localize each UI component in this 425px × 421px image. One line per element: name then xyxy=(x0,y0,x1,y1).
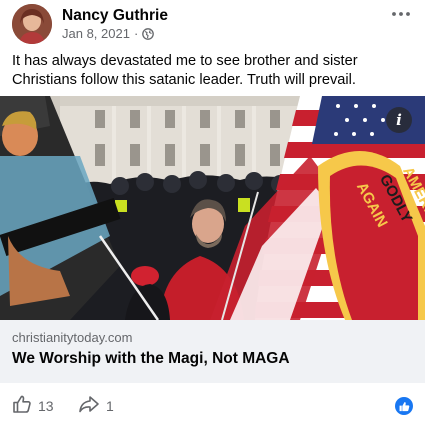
author-name[interactable]: Nancy Guthrie xyxy=(62,7,168,25)
share-count: 1 xyxy=(106,397,114,414)
like-reaction-icon[interactable] xyxy=(395,397,413,415)
share-arrow-icon xyxy=(78,394,100,417)
post-date[interactable]: Jan 8, 2021 xyxy=(62,26,130,41)
post-text: It has always devastated me to see broth… xyxy=(12,53,358,88)
globe-icon[interactable] xyxy=(142,27,155,40)
like-count: 13 xyxy=(38,397,54,414)
thumbs-up-icon xyxy=(12,394,32,417)
post-header: Nancy Guthrie Jan 8, 2021 · xyxy=(0,0,425,50)
author-avatar[interactable] xyxy=(12,4,52,44)
link-preview-card[interactable]: MA AMERI GODLY AGAIN i christianitytoday… xyxy=(0,96,425,383)
link-title[interactable]: We Worship with the Magi, Not MAGA xyxy=(12,350,290,368)
share-button[interactable]: 1 xyxy=(78,394,114,417)
post-meta: Jan 8, 2021 · xyxy=(62,26,155,41)
meta-separator: · xyxy=(133,26,139,41)
link-domain: christianitytoday.com xyxy=(12,330,133,345)
link-meta[interactable]: christianitytoday.com We Worship with th… xyxy=(0,320,425,383)
post-footer: 13 1 xyxy=(0,388,425,421)
more-options-icon[interactable] xyxy=(389,4,413,24)
like-button[interactable]: 13 xyxy=(12,394,54,417)
link-preview-image[interactable]: MA AMERI GODLY AGAIN i xyxy=(0,96,425,320)
info-icon[interactable]: i xyxy=(386,107,412,133)
